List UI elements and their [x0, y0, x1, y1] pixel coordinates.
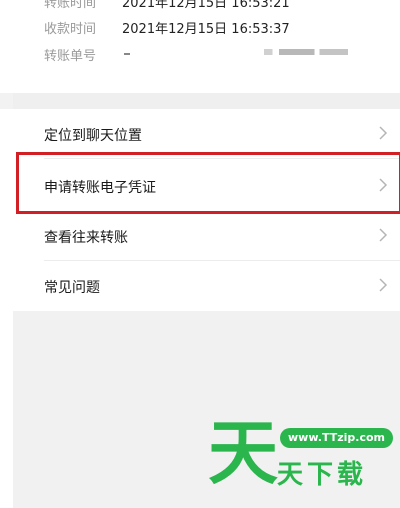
chevron-right-icon [379, 126, 388, 140]
menu-item-view-transfers[interactable]: 查看往来转账 [13, 211, 400, 261]
receive-time-row: 收款时间 2021年12月15日 16:53:37 [44, 18, 290, 37]
menu-item-label: 定位到聊天位置 [44, 128, 142, 144]
transfer-number-label: 转账单号 [44, 49, 97, 64]
highlight-box [16, 152, 400, 214]
watermark-text: 天下载 [277, 460, 368, 490]
transfer-time-value: 2021年12月15日 16:53:21 [122, 0, 290, 11]
watermark-url: www.TTzip.com [280, 428, 393, 448]
menu-item-faq[interactable]: 常见问题 [13, 261, 400, 311]
transfer-number-row: 转账单号 [44, 45, 348, 64]
receive-time-label: 收款时间 [44, 22, 97, 37]
transfer-time-row: 转账时间 2021年12月15日 16:53:21 [44, 0, 290, 11]
transfer-time-label: 转账时间 [44, 0, 97, 11]
watermark-logo: 天 [208, 412, 278, 494]
chevron-right-icon [379, 278, 388, 292]
section-gap [0, 93, 400, 109]
masked-number-tail [264, 49, 348, 55]
receive-time-value: 2021年12月15日 16:53:37 [122, 22, 290, 37]
transfer-details: 转账时间 2021年12月15日 16:53:21 收款时间 2021年12月1… [0, 0, 400, 93]
menu-item-label: 查看往来转账 [44, 230, 128, 246]
chevron-right-icon [379, 228, 388, 242]
menu-item-label: 常见问题 [44, 280, 100, 296]
masked-number [124, 53, 130, 55]
